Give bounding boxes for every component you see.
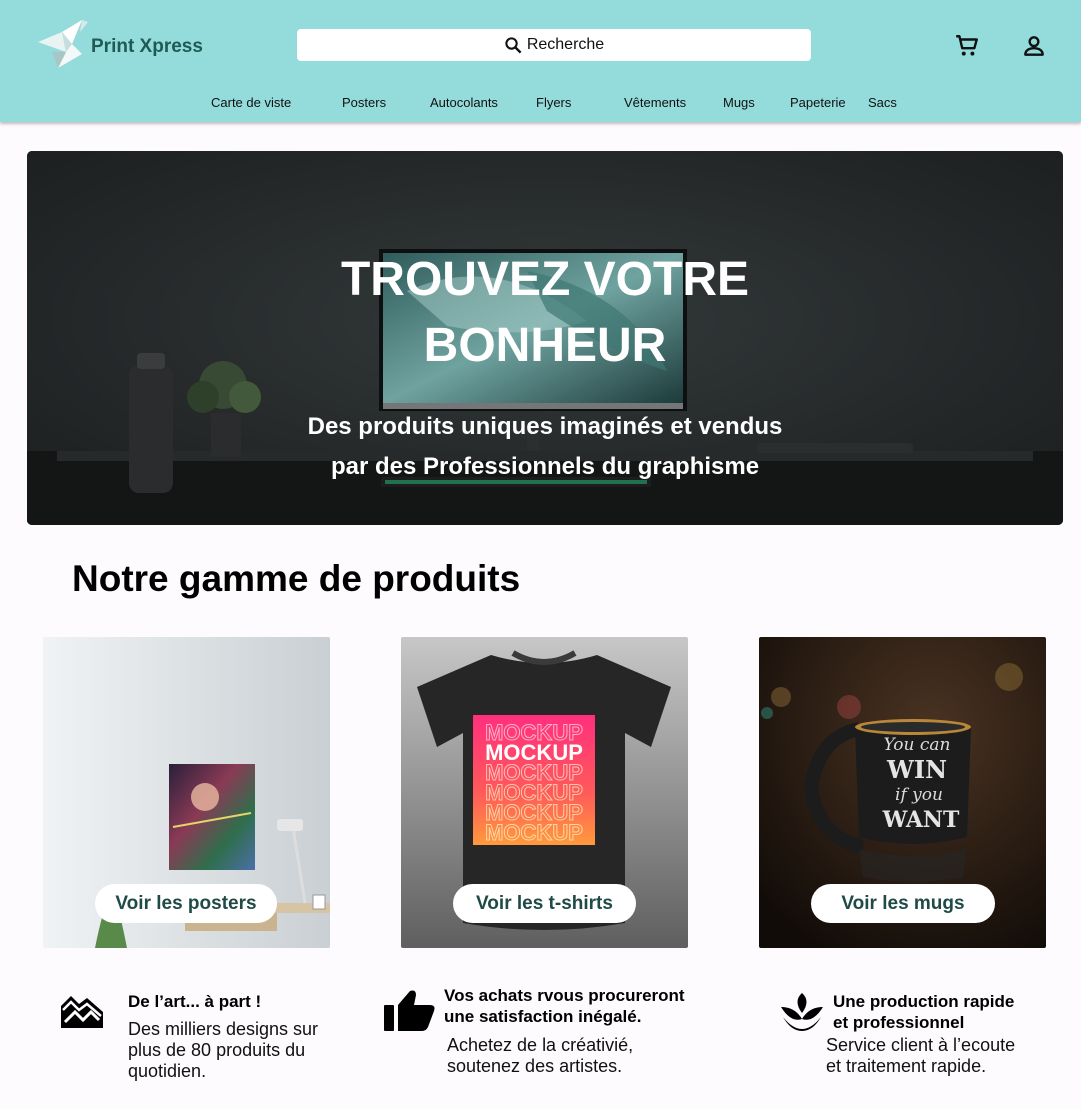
- feature-text: Des milliers designs sur plus de 80 prod…: [128, 1019, 368, 1082]
- feature-text-line: soutenez des artistes.: [447, 1056, 623, 1076]
- feature-text-line: plus de 80 produits du: [128, 1040, 306, 1060]
- search-label: Recherche: [526, 36, 605, 53]
- brand-name[interactable]: Print Xpress: [91, 36, 203, 58]
- nav-item-autocolants[interactable]: Autocolants: [430, 95, 498, 110]
- mug-text-line: WIN: [886, 755, 947, 784]
- feature-title: Une production rapide et professionnel: [833, 991, 1073, 1033]
- hero-subtitle-line1: Des produits uniques imaginés et vendus: [307, 413, 783, 440]
- feature-text-line: et traitement rapide.: [826, 1056, 987, 1076]
- feature-title-line: Une production rapide: [833, 992, 1015, 1011]
- mug-text-line: if you: [895, 785, 943, 805]
- cart-icon[interactable]: [954, 33, 980, 59]
- products-section-title: Notre gamme de produits: [72, 558, 521, 599]
- nav-item-cartes[interactable]: Carte de viste: [211, 95, 291, 110]
- hero-title-line2: BONHEUR: [423, 319, 667, 372]
- nav-item-posters[interactable]: Posters: [342, 95, 386, 110]
- lotus-icon: [781, 993, 823, 1031]
- product-card-tshirts[interactable]: MOCKUP MOCKUP MOCKUP MOCKUP MOCKUP MOCKU…: [401, 637, 688, 948]
- search-bar[interactable]: Recherche: [297, 29, 811, 61]
- view-posters-button[interactable]: Voir les posters: [95, 884, 277, 923]
- search-icon: [505, 36, 522, 53]
- feature-title-line: et professionnel: [833, 1013, 965, 1032]
- mug-text-line: WANT: [882, 807, 960, 833]
- hero-title-line1: TROUVEZ VOTRE: [340, 253, 750, 306]
- feature-text-line: Des milliers designs sur: [128, 1019, 319, 1039]
- view-mugs-button[interactable]: Voir les mugs: [811, 884, 995, 923]
- mockup-text-line: MOCKUP: [485, 820, 583, 845]
- view-tshirts-button[interactable]: Voir les t-shirts: [453, 884, 636, 923]
- feature-title-line: Vos achats rvous procureront: [444, 986, 685, 1005]
- hero-subtitle-line2: par des Professionnels du graphisme: [330, 453, 760, 480]
- hero-banner: TROUVEZ VOTRE BONHEUR Des produits uniqu…: [27, 151, 1063, 525]
- feature-title: Vos achats rvous procureront une satisfa…: [444, 985, 734, 1027]
- nav-item-papeterie[interactable]: Papeterie: [790, 95, 846, 110]
- nav-item-mugs[interactable]: Mugs: [723, 95, 755, 110]
- thumbs-up-icon: [384, 990, 435, 1031]
- origami-bird-logo[interactable]: [36, 18, 96, 70]
- feature-text-line: Achetez de la créativié,: [447, 1035, 634, 1055]
- feature-title-line: De l’art... à part !: [128, 992, 262, 1011]
- product-card-mugs[interactable]: You can WIN if you WANT Voir les mugs: [759, 637, 1046, 948]
- product-card-posters[interactable]: Voir les posters: [43, 637, 330, 948]
- account-icon[interactable]: [1021, 33, 1047, 59]
- feature-text: Achetez de la créativié, soutenez des ar…: [447, 1035, 707, 1077]
- feature-text-line: Service client à l’ecoute: [826, 1035, 1016, 1055]
- mug-text-line: You can: [884, 735, 951, 755]
- feature-text-line: quotidien.: [128, 1061, 207, 1081]
- nav-item-flyers[interactable]: Flyers: [536, 95, 571, 110]
- feature-title-line: une satisfaction inégalé.: [444, 1007, 642, 1026]
- feature-text: Service client à l’ecoute et traitement …: [826, 1035, 1071, 1077]
- nav-item-sacs[interactable]: Sacs: [868, 95, 897, 110]
- nav-item-vetements[interactable]: Vêtements: [624, 95, 686, 110]
- feature-title: De l’art... à part !: [128, 991, 368, 1012]
- art-mountain-icon: [61, 996, 103, 1028]
- site-header: Print Xpress Recherche Carte de viste Po…: [0, 0, 1081, 122]
